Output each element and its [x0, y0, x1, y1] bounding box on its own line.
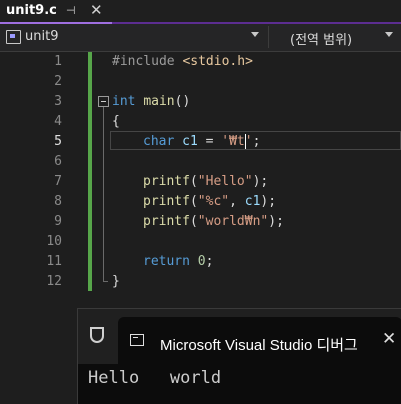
- paren-open: (: [189, 194, 198, 209]
- keyword: int: [112, 94, 136, 109]
- close-icon[interactable]: ✕: [382, 329, 396, 349]
- pin-icon[interactable]: ⊣: [66, 4, 76, 17]
- brace: {: [112, 114, 120, 129]
- code-line-5: char c1 = '₩t';: [143, 132, 260, 152]
- line-number: 3: [54, 94, 62, 109]
- line-number: 4: [54, 114, 62, 129]
- string-literal: "Hello": [197, 174, 253, 189]
- keyword: char: [143, 134, 175, 149]
- function-call: printf: [143, 174, 190, 189]
- paren-close: );: [260, 194, 277, 209]
- comma: ,: [229, 194, 245, 209]
- fold-guide-end: [103, 281, 108, 282]
- change-tracking-bar: [88, 52, 92, 291]
- dropdown-arrow-icon[interactable]: [251, 32, 259, 37]
- console-shield-button[interactable]: [78, 317, 116, 357]
- line-number: 9: [54, 214, 62, 229]
- line-number: 1: [54, 54, 62, 69]
- code-line-3: int main(): [112, 92, 190, 112]
- code-line-4: {: [112, 112, 120, 132]
- punctuation: (): [174, 94, 191, 109]
- tab-unit9-c[interactable]: unit9.c ⊣ ✕: [0, 0, 112, 22]
- keyword: return: [143, 254, 190, 269]
- number-literal: 0: [197, 254, 206, 269]
- string-literal: "world₩n": [197, 214, 269, 229]
- console-tab-bar: Microsoft Visual Studio 디버그 ✕: [78, 309, 401, 364]
- code-line-9: printf("world₩n");: [143, 212, 284, 232]
- code-line-12: }: [112, 272, 120, 292]
- line-number: 8: [54, 194, 62, 209]
- line-number: 7: [54, 174, 62, 189]
- close-icon[interactable]: ✕: [90, 1, 103, 19]
- code-line-7: printf("Hello");: [143, 172, 268, 192]
- navigation-bar: unit9 (전역 범위): [0, 24, 401, 52]
- include-header: <stdio.h>: [182, 54, 253, 69]
- preprocessor-directive: #include: [112, 54, 175, 69]
- code-line-8: printf("%c", c1);: [143, 192, 276, 212]
- brace: }: [112, 274, 120, 289]
- code-line-11: return 0;: [143, 252, 213, 272]
- variable: c1: [244, 194, 261, 209]
- line-number: 11: [46, 254, 62, 269]
- tab-title: unit9.c: [6, 3, 57, 18]
- line-number-active: 5: [54, 134, 62, 149]
- scope-icon: [6, 30, 21, 44]
- debug-console-window[interactable]: Microsoft Visual Studio 디버그 ✕ Hello worl…: [77, 308, 401, 404]
- string-literal: "%c": [197, 194, 230, 209]
- line-number: 10: [46, 234, 62, 249]
- line-number: 6: [54, 154, 62, 169]
- code-line-1: #include <stdio.h>: [112, 52, 253, 72]
- function-name: main: [143, 94, 175, 109]
- paren-close: );: [252, 174, 269, 189]
- fold-guide-line: [103, 107, 104, 281]
- string-literal-end: ': [244, 134, 253, 149]
- variable: c1: [182, 134, 198, 149]
- terminal-icon: [130, 334, 144, 346]
- paren-close: );: [268, 214, 284, 229]
- console-tab[interactable]: Microsoft Visual Studio 디버그 ✕: [118, 317, 401, 364]
- line-number: 12: [46, 274, 62, 289]
- navbar-divider: [268, 26, 269, 48]
- project-scope-dropdown[interactable]: unit9: [25, 29, 58, 44]
- function-call: printf: [143, 214, 190, 229]
- operator: =: [197, 134, 222, 149]
- shield-icon: [90, 327, 104, 343]
- string-literal: '₩t: [221, 134, 245, 149]
- global-scope-dropdown[interactable]: (전역 범위): [290, 29, 352, 48]
- fold-collapse-icon[interactable]: [98, 96, 109, 107]
- paren-open: (: [189, 214, 198, 229]
- line-number: 2: [54, 74, 62, 89]
- semicolon: ;: [205, 254, 214, 269]
- console-output-text: Hello world: [88, 368, 222, 388]
- console-title: Microsoft Visual Studio 디버그: [160, 337, 358, 354]
- function-call: printf: [143, 194, 190, 209]
- document-tab-strip: unit9.c ⊣ ✕: [0, 0, 401, 24]
- paren-open: (: [189, 174, 198, 189]
- semicolon: ;: [252, 134, 261, 149]
- dropdown-arrow-icon[interactable]: [385, 32, 393, 37]
